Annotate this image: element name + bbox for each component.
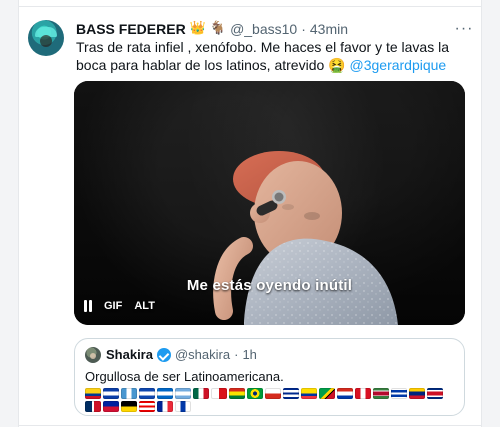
tweet-header: BASS FEDERER 👑 🐐 @_bass10 · 43min (76, 20, 348, 38)
flag-icon (337, 388, 353, 399)
quoted-tweet[interactable]: Shakira @shakira · 1h Orgullosa de ser L… (74, 338, 465, 416)
gif-badge[interactable]: GIF (102, 299, 124, 313)
goat-emoji: 🐐 (209, 21, 227, 36)
quoted-author-avatar[interactable] (85, 347, 101, 363)
flag-icon (265, 388, 281, 399)
tweet-card: BASS FEDERER 👑 🐐 @_bass10 · 43min ··· Tr… (0, 0, 500, 427)
gif-caption: Me estás oyendo inútil (186, 277, 353, 294)
tweet-text: Tras de rata infiel , xenófobo. Me haces… (76, 38, 472, 74)
right-gutter (481, 0, 500, 427)
flag-icon (283, 388, 299, 399)
quoted-separator: · (234, 347, 239, 362)
quoted-header: Shakira @shakira · 1h (106, 347, 257, 363)
author-name[interactable]: BASS FEDERER (76, 20, 186, 38)
flag-icon (211, 388, 227, 399)
flag-icon (139, 401, 155, 412)
more-options-icon[interactable]: ··· (455, 20, 473, 38)
tweet-timestamp[interactable]: 43min (310, 20, 348, 38)
flag-icon (301, 388, 317, 399)
flag-icon (229, 388, 245, 399)
flag-icon (157, 388, 173, 399)
flag-icon (175, 401, 191, 412)
header-separator: · (301, 21, 306, 37)
flag-icon (427, 388, 443, 399)
flag-icon (85, 388, 101, 399)
left-gutter (0, 0, 19, 427)
quoted-text: Orgullosa de ser Latinoamericana. (85, 369, 284, 384)
author-handle[interactable]: @_bass10 (230, 20, 297, 38)
vomit-emoji: 🤮 (328, 57, 346, 73)
pause-icon[interactable] (84, 300, 94, 312)
flag-icon (121, 401, 137, 412)
author-avatar[interactable] (28, 20, 64, 56)
avatar-face (40, 35, 52, 47)
flag-icon (193, 388, 209, 399)
top-divider (18, 6, 482, 7)
quoted-author-name[interactable]: Shakira (106, 347, 153, 363)
flag-icon (391, 388, 407, 399)
flag-icon (175, 388, 191, 399)
verified-badge-icon (156, 348, 171, 362)
tweet-media[interactable]: Me estás oyendo inútil GIF ALT (74, 81, 465, 325)
mention-link[interactable]: @3gerardpique (350, 57, 447, 73)
flag-icon (355, 388, 371, 399)
flag-icon (373, 388, 389, 399)
media-controls: GIF ALT (84, 299, 157, 313)
flag-icon (139, 388, 155, 399)
flag-row (85, 388, 455, 412)
crown-emoji: 👑 (189, 21, 206, 36)
quoted-author-handle[interactable]: @shakira (175, 347, 230, 363)
flag-icon (103, 401, 119, 412)
flag-icon (157, 401, 173, 412)
flag-icon (409, 388, 425, 399)
flag-icon (85, 401, 101, 412)
flag-icon (121, 388, 137, 399)
alt-badge[interactable]: ALT (132, 299, 157, 313)
flag-icon (103, 388, 119, 399)
flag-icon (319, 388, 335, 399)
flag-icon (247, 388, 263, 399)
bottom-divider (18, 425, 482, 426)
quoted-timestamp[interactable]: 1h (242, 347, 256, 363)
